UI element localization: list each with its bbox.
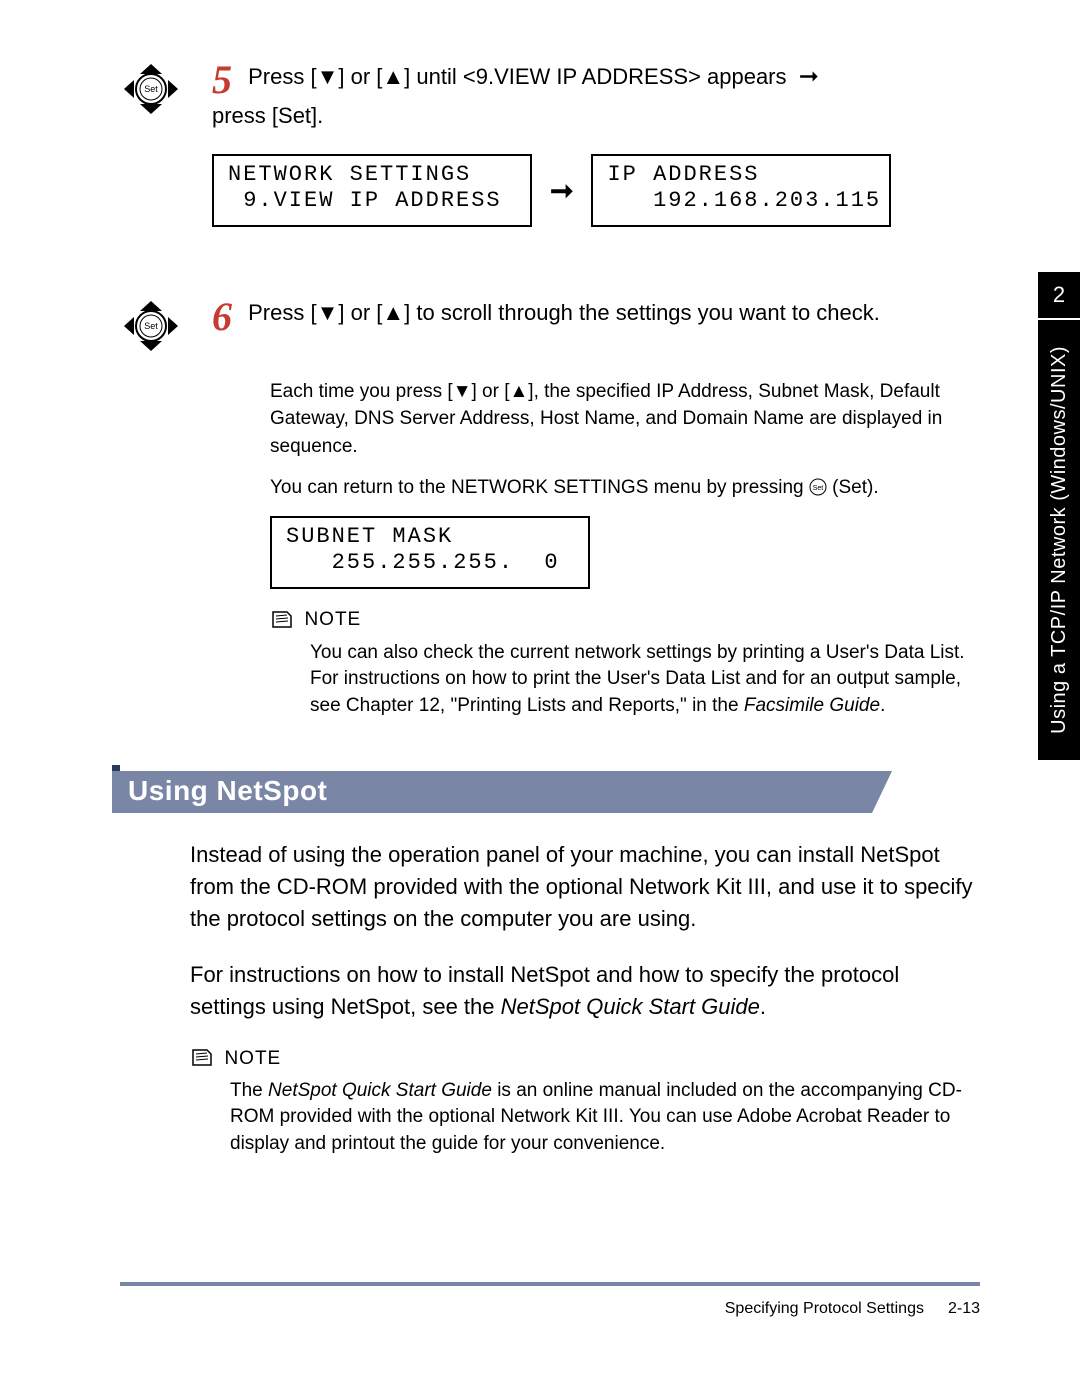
note-icon xyxy=(190,1047,214,1072)
lcd-screen-ip: IP ADDRESS 192.168.203.115 xyxy=(591,154,891,227)
svg-text:Set: Set xyxy=(813,485,824,492)
note-label: NOTE xyxy=(224,1048,281,1069)
note-block: NOTE xyxy=(190,1047,980,1072)
set-button-icon: Set xyxy=(120,62,182,121)
up-arrow-icon: ▲ xyxy=(382,300,404,325)
step-6: Set 6 Press [▼] or [▲] to scroll through… xyxy=(120,297,980,358)
up-arrow-icon: ▲ xyxy=(382,64,404,89)
down-arrow-icon: ▼ xyxy=(317,300,339,325)
step-number: 5 xyxy=(212,60,232,100)
section-para-1: Instead of using the operation panel of … xyxy=(190,839,980,935)
lcd-screen-network: NETWORK SETTINGS 9.VIEW IP ADDRESS xyxy=(212,154,532,227)
page-footer: Specifying Protocol Settings 2-13 xyxy=(120,1282,980,1318)
set-inline-icon: Set xyxy=(809,478,827,496)
note-block: NOTE xyxy=(270,609,980,634)
right-arrow-icon: ➞ xyxy=(550,174,573,207)
step-6-instruction: 6 Press [▼] or [▲] to scroll through the… xyxy=(212,297,980,337)
side-tab: 2 Using a TCP/IP Network (Windows/UNIX) xyxy=(1038,272,1080,760)
right-arrow-icon: ➞ xyxy=(799,63,819,90)
note-text: You can also check the current network s… xyxy=(310,640,980,720)
section-heading: Using NetSpot xyxy=(112,765,912,813)
step-6-return-note: You can return to the NETWORK SETTINGS m… xyxy=(270,474,980,502)
page-number: 2-13 xyxy=(948,1300,980,1318)
lcd-screen-subnet: SUBNET MASK 255.255.255. 0 xyxy=(270,516,590,589)
section-heading-text: Using NetSpot xyxy=(128,775,327,807)
section-para-2: For instructions on how to install NetSp… xyxy=(190,959,980,1023)
step-number: 6 xyxy=(212,297,232,337)
set-button-icon: Set xyxy=(120,299,182,358)
chapter-number: 2 xyxy=(1038,272,1080,318)
step-5-instruction: 5 Press [▼] or [▲] until <9.VIEW IP ADDR… xyxy=(212,60,980,132)
footer-title: Specifying Protocol Settings xyxy=(725,1300,924,1318)
lcd-row: NETWORK SETTINGS 9.VIEW IP ADDRESS ➞ IP … xyxy=(212,154,980,227)
note-icon xyxy=(270,609,294,634)
down-arrow-icon: ▼ xyxy=(317,64,339,89)
step-6-description: Each time you press [▼] or [▲], the spec… xyxy=(270,378,980,461)
set-label: Set xyxy=(144,321,158,331)
step-5: Set 5 Press [▼] or [▲] until <9.VIEW IP … xyxy=(120,60,980,237)
note-label: NOTE xyxy=(304,609,361,630)
set-label: Set xyxy=(144,84,158,94)
note-text: The NetSpot Quick Start Guide is an onli… xyxy=(230,1078,980,1158)
chapter-label: Using a TCP/IP Network (Windows/UNIX) xyxy=(1048,346,1071,734)
